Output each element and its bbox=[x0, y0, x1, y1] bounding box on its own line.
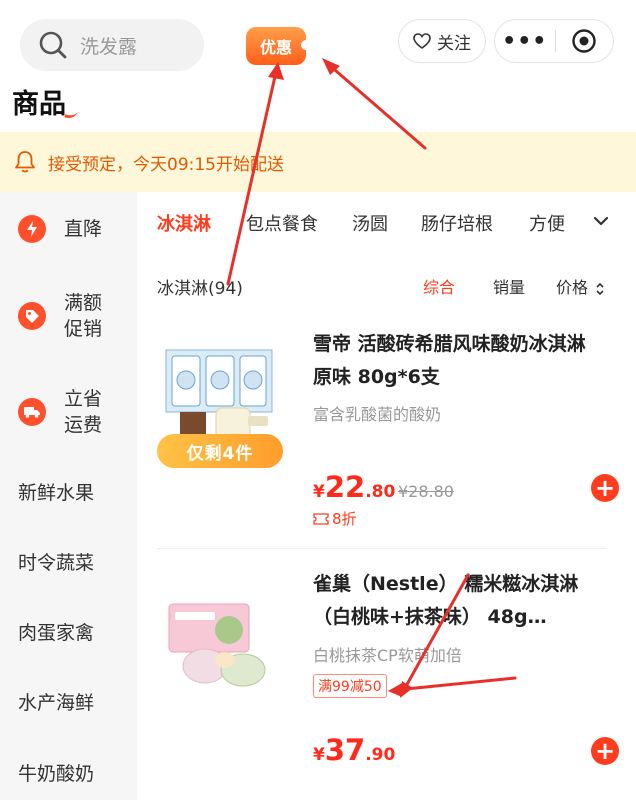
annotation-arrowhead bbox=[388, 683, 402, 697]
annotation-arrow bbox=[226, 70, 278, 286]
annotation-arrow bbox=[326, 62, 427, 150]
annotation-overlay bbox=[226, 58, 517, 698]
annotation-arrow bbox=[403, 573, 470, 690]
annotation-arrow bbox=[394, 676, 517, 692]
annotation-arrowhead bbox=[268, 62, 284, 80]
